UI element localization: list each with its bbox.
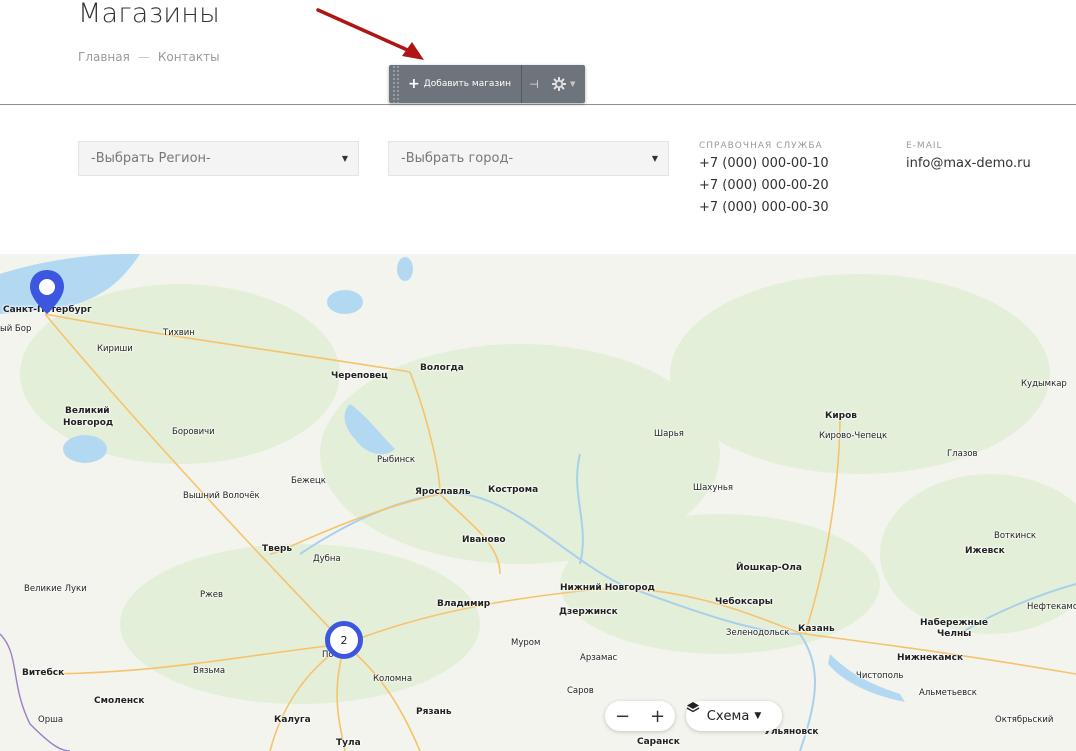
phone-2[interactable]: +7 (000) 000-00-20 xyxy=(699,178,829,193)
map-city-label: Коломна xyxy=(373,674,413,684)
breadcrumb-separator: — xyxy=(137,50,150,64)
map-city-label: Рыбинск xyxy=(377,455,415,465)
map-city-label: Воткинск xyxy=(994,531,1037,541)
map-city-label: Нижний Новгород xyxy=(560,583,655,593)
map-city-label: Ржев xyxy=(200,590,224,600)
map-city-label: Зеленодольск xyxy=(726,628,790,638)
map-city-label: Рязань xyxy=(416,707,452,717)
region-select[interactable]: -Выбрать Регион- ▼ xyxy=(78,141,359,176)
map-city-label: Альметьевск xyxy=(919,688,977,698)
map-city-label: Великие Луки xyxy=(24,584,87,594)
drag-handle-icon[interactable] xyxy=(392,65,400,103)
map-marker-icon[interactable] xyxy=(28,268,66,316)
layers-icon xyxy=(686,702,700,713)
city-select-value: -Выбрать город- xyxy=(401,151,514,166)
map-city-label: Череповец xyxy=(331,371,388,381)
phone-1[interactable]: +7 (000) 000-00-10 xyxy=(699,156,829,171)
map-cluster-marker[interactable]: 2 xyxy=(325,621,363,659)
map-city-label: Казань xyxy=(798,624,835,634)
settings-button[interactable]: ▼ xyxy=(546,77,581,91)
map-city-label: Орша xyxy=(38,715,64,725)
map-background xyxy=(0,254,1076,751)
map-city-label: Шарья xyxy=(654,429,684,439)
map-city-label: Дубна xyxy=(313,554,341,564)
chevron-down-icon: ▼ xyxy=(569,80,576,88)
gear-icon xyxy=(551,77,566,91)
chevron-down-icon: ▼ xyxy=(651,154,658,163)
map-city-label: Вышний Волочёк xyxy=(183,491,260,501)
map-city-label: Бежецк xyxy=(291,476,326,486)
map-city-label: Челны xyxy=(937,629,972,639)
map-city-label: Киров xyxy=(825,411,857,421)
header-divider xyxy=(0,104,1076,105)
page-title: Магазины xyxy=(78,0,220,29)
breadcrumb: Главная — Контакты xyxy=(78,50,220,64)
email-link[interactable]: info@max-demo.ru xyxy=(906,156,1031,171)
chevron-down-icon: ▼ xyxy=(341,154,348,163)
chevron-down-icon: ▼ xyxy=(754,711,762,721)
pin-icon[interactable]: ⊣ xyxy=(522,78,546,91)
map-city-label: Кудымкар xyxy=(1021,379,1067,389)
map-city-label: Шахунья xyxy=(693,483,734,493)
map-city-label: Октябрьский xyxy=(995,715,1054,725)
map-city-label: Дзержинск xyxy=(559,607,618,617)
map-city-label: Тверь xyxy=(262,544,293,554)
phone-3[interactable]: +7 (000) 000-00-30 xyxy=(699,200,829,215)
map-city-label: Великий xyxy=(65,406,110,416)
map-city-label: Тихвин xyxy=(163,328,195,338)
map-layer-label: Схема xyxy=(706,708,750,724)
map-city-label: Чистополь xyxy=(856,671,904,681)
help-service-label: СПРАВОЧНАЯ СЛУЖБА xyxy=(699,141,823,151)
map-city-label: Нефтекамск xyxy=(1027,602,1076,612)
stores-map[interactable]: Санкт-Петербургый БорТихвинКиришиЧерепов… xyxy=(0,254,1076,751)
map-layer-switcher[interactable]: Схема ▼ xyxy=(686,701,782,731)
region-select-value: -Выбрать Регион- xyxy=(91,151,211,166)
map-city-label: Боровичи xyxy=(172,427,215,437)
map-city-label: Тула xyxy=(336,738,361,748)
annotation-arrow-icon xyxy=(316,8,424,60)
admin-toolbar: + Добавить магазин ⊣ ▼ xyxy=(389,65,585,103)
map-city-label: Ярославль xyxy=(415,487,471,497)
map-city-label: Йошкар-Ола xyxy=(736,563,802,573)
zoom-in-button[interactable]: + xyxy=(643,706,673,727)
map-city-label: Калуга xyxy=(274,715,311,725)
map-city-label: Ижевск xyxy=(965,546,1005,556)
map-city-label: Муром xyxy=(511,638,541,648)
add-store-label: Добавить магазин xyxy=(423,79,511,89)
zoom-out-button[interactable]: − xyxy=(608,706,638,727)
map-city-label: Набережные xyxy=(920,618,988,628)
map-city-label: Арзамас xyxy=(580,653,618,663)
map-city-label: ый Бор xyxy=(0,324,32,334)
email-label: E-MAIL xyxy=(906,141,943,151)
breadcrumb-home-link[interactable]: Главная xyxy=(78,50,130,64)
map-city-label: Кирово-Чепецк xyxy=(819,431,888,441)
map-city-label: Вологда xyxy=(420,363,464,373)
map-city-label: Новгород xyxy=(63,418,114,428)
map-city-label: Витебск xyxy=(22,668,65,678)
map-city-label: Владимир xyxy=(437,599,491,609)
breadcrumb-current: Контакты xyxy=(157,50,220,64)
map-city-label: Иваново xyxy=(462,535,506,545)
city-select[interactable]: -Выбрать город- ▼ xyxy=(388,141,669,176)
map-city-label: Саров xyxy=(567,686,594,696)
map-city-label: Чебоксары xyxy=(715,597,773,607)
map-city-label: Вязьма xyxy=(193,666,226,676)
map-city-label: Кострома xyxy=(488,485,539,495)
add-store-button[interactable]: + Добавить магазин xyxy=(400,65,521,103)
map-city-label: Саранск xyxy=(637,737,680,747)
plus-icon: + xyxy=(408,76,420,92)
zoom-control: − + xyxy=(605,701,675,731)
map-city-label: Кириши xyxy=(97,344,133,354)
map-city-label: Глазов xyxy=(947,449,978,459)
map-city-label: Нижнекамск xyxy=(897,653,964,663)
map-city-label: Смоленск xyxy=(94,696,145,706)
